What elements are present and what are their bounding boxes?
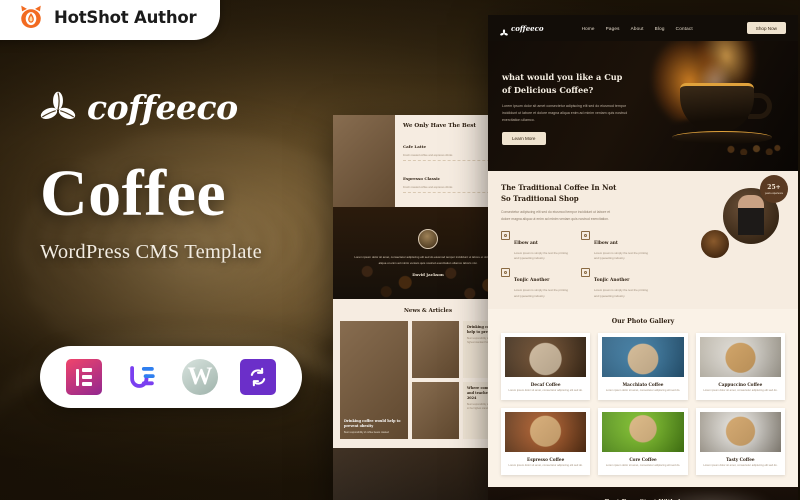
gallery-image (505, 411, 587, 452)
nav-logo-text: coffeeco (511, 23, 544, 33)
feature-item: Elbow ant Lorem ipsum is simply the text… (581, 231, 651, 261)
feature-desc: Lorem ipsum is simply the text the print… (514, 251, 568, 261)
author-badge[interactable]: HotShot Author (0, 0, 221, 40)
hero-coffee-cup-image (672, 61, 782, 157)
coffee-bean-leaf-icon (40, 90, 76, 126)
feature-title: Tonjic Another (514, 278, 550, 284)
cta-section: Best Days Start With A Good Coffee (488, 486, 798, 500)
nav-item-pages[interactable]: Pages (606, 26, 620, 31)
gallery-title: Cappuccino Coffee (718, 381, 763, 387)
page-title: Coffee (40, 157, 227, 230)
feature-title: Tonjic Another (594, 278, 630, 284)
feature-desc: Lorem ipsum is simply the text the print… (594, 251, 648, 261)
gallery-title: Macchiato Coffee (622, 381, 664, 387)
gallery-card[interactable]: Decaf Coffee Lorem ipsum dolor sit amet,… (501, 332, 591, 400)
wordpress-icon: W (182, 359, 218, 395)
tech-stack-pill: W (40, 346, 302, 408)
article-card[interactable]: Drinking coffee would help to prevent ob… (340, 321, 408, 439)
feature-desc: Lorem ipsum is simply the text the print… (594, 288, 648, 298)
nav-item-contact[interactable]: Contact (676, 26, 693, 31)
nav-menu: Home Pages About Blog Contact (582, 26, 693, 31)
gallery-title: Core Coffee (629, 456, 657, 462)
feature-item: Tonjic Another Lorem ipsum is simply the… (581, 268, 651, 298)
feature-icon (581, 231, 590, 241)
gallery-heading: Our Photo Gallery (611, 317, 675, 325)
nav-item-home[interactable]: Home (582, 26, 595, 31)
article-title: Drinking coffee would help to prevent ob… (344, 418, 401, 428)
elementor-icon (66, 359, 102, 395)
gallery-desc: Lorem ipsum dolor sit amet, consectetur … (703, 464, 778, 468)
hero-body-text: Lorem ipsum dolor sit amet consectetur a… (502, 104, 628, 122)
gallery-title: Decaf Coffee (530, 381, 561, 387)
cat-flame-logo-icon (18, 4, 44, 30)
brand-row: coffeeco (40, 88, 360, 127)
title-block: coffeeco Coffee WordPress CMS Template (40, 88, 360, 264)
nav-item-blog[interactable]: Blog (655, 26, 665, 31)
gallery-image (602, 411, 684, 452)
unlimited-elements-icon (124, 359, 160, 395)
article-image[interactable] (411, 321, 459, 378)
feature-grid: Elbow ant Lorem ipsum is simply the text… (501, 231, 651, 298)
hero-section: what would you like a Cup of Delicious C… (488, 41, 798, 171)
article-desc: Best responsibility of coffee beans roas… (344, 430, 389, 434)
testimonial-author: David Jackson (412, 271, 444, 277)
brand-name: coffeeco (87, 88, 238, 127)
gallery-title: Tasty Coffee (726, 456, 755, 462)
feature-icon (581, 268, 590, 278)
shop-now-button[interactable]: Shop Now (746, 22, 786, 34)
gallery-card[interactable]: Core Coffee Lorem ipsum dolor sit amet, … (598, 407, 688, 475)
page-subtitle: WordPress CMS Template (40, 241, 262, 263)
gallery-card[interactable]: Espresso Coffee Lorem ipsum dolor sit am… (501, 407, 591, 475)
gallery-image (602, 336, 684, 377)
feature-icon (501, 231, 510, 241)
nav-logo[interactable]: coffeeco (500, 23, 544, 36)
learn-more-button[interactable]: Learn More (502, 132, 546, 146)
nav-item-about[interactable]: About (631, 26, 644, 31)
feature-icon (501, 268, 510, 278)
hero-heading-line1: what would you like a Cup (502, 72, 623, 82)
gallery-image (699, 411, 781, 452)
site-navbar: coffeeco Home Pages About Blog Contact S… (488, 15, 798, 41)
gallery-title: Espresso Coffee (527, 456, 565, 462)
preview-page-right[interactable]: coffeeco Home Pages About Blog Contact S… (488, 15, 798, 500)
experience-label: years experience (764, 191, 784, 195)
gallery-section: Our Photo Gallery Decaf Coffee Lorem ips… (488, 308, 798, 487)
experience-number: 25+ (767, 183, 781, 191)
gallery-desc: Lorem ipsum dolor sit amet, consectetur … (605, 464, 681, 468)
about-pour-image (698, 227, 732, 261)
testimonial-quote: Lorem ipsum dolor sit amet, consectetur … (354, 255, 502, 265)
feature-item: Elbow ant Lorem ipsum is simply the text… (501, 231, 571, 261)
experience-badge: 25+ years experience (760, 175, 788, 203)
about-body-text: Consectetur adipiscing elit sed do eiusm… (501, 210, 611, 221)
sync-refresh-icon (240, 359, 276, 395)
feature-title: Elbow ant (594, 241, 618, 247)
coffee-bean-leaf-icon (500, 24, 508, 36)
gallery-card[interactable]: Tasty Coffee Lorem ipsum dolor sit amet,… (695, 407, 785, 475)
feature-title: Elbow ant (514, 241, 538, 247)
gallery-card[interactable]: Cappuccino Coffee Lorem ipsum dolor sit … (695, 332, 785, 400)
menu-item-name: Espresso Classic (403, 175, 441, 181)
gallery-card[interactable]: Macchiato Coffee Lorem ipsum dolor sit a… (598, 332, 688, 400)
menu-item-name: Cafe Latte (403, 143, 427, 149)
gallery-desc: Lorem ipsum dolor sit amet, consectetur … (703, 389, 778, 393)
gallery-image (699, 336, 781, 377)
about-section: The Traditional Coffee In Not So Traditi… (488, 171, 798, 309)
article-image[interactable] (411, 382, 459, 439)
gallery-image (505, 336, 587, 377)
author-name: HotShot Author (54, 7, 197, 27)
avatar (418, 229, 438, 250)
feature-item: Tonjic Another Lorem ipsum is simply the… (501, 268, 571, 298)
gallery-desc: Lorem ipsum dolor sit amet, consectetur … (605, 389, 681, 393)
hero-heading-line2: of Delicious Coffee? (502, 84, 594, 95)
gallery-desc: Lorem ipsum dolor sit amet, consectetur … (508, 389, 583, 393)
feature-desc: Lorem ipsum is simply the text the print… (514, 288, 568, 298)
gallery-desc: Lorem ipsum dolor sit amet, consectetur … (508, 464, 583, 468)
